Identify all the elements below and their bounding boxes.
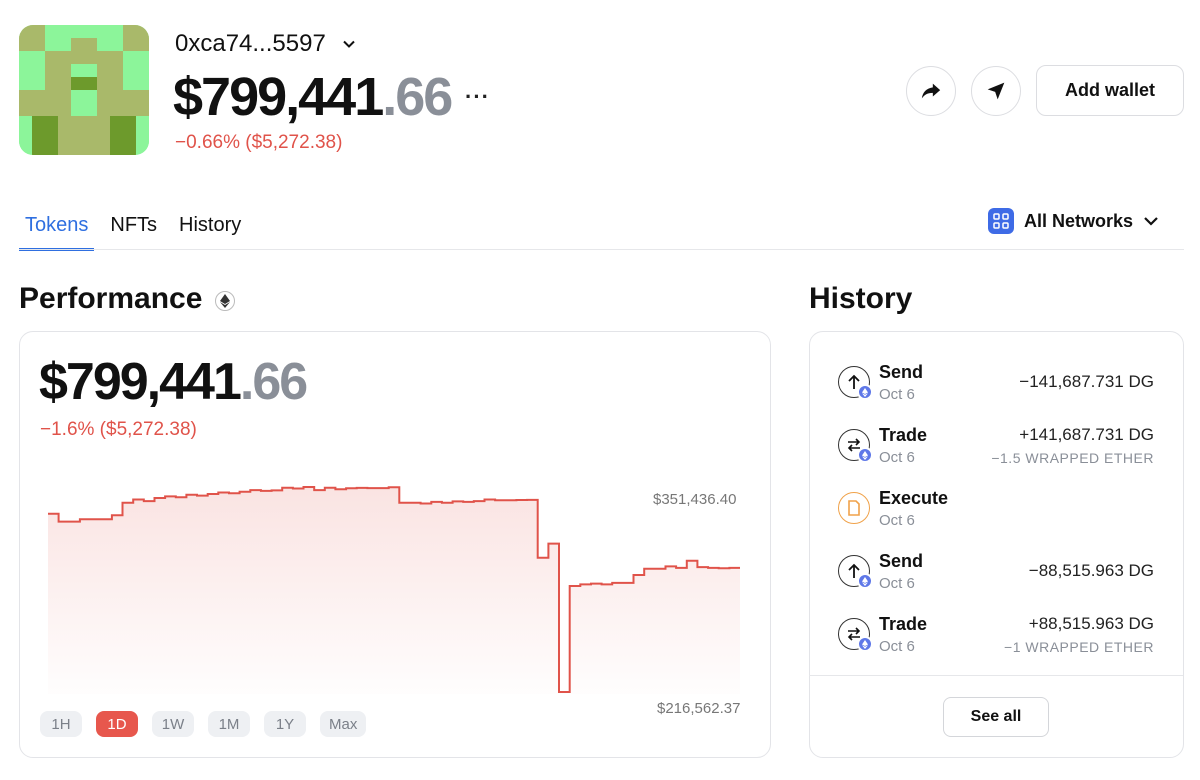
performance-title: Performance xyxy=(19,282,203,315)
range-1y[interactable]: 1Y xyxy=(264,711,306,737)
ethereum-icon xyxy=(857,384,873,400)
history-amount: +141,687.731 DG xyxy=(1019,425,1154,444)
range-1w[interactable]: 1W xyxy=(152,711,194,737)
history-title: History xyxy=(809,282,913,315)
see-all-button[interactable]: See all xyxy=(943,697,1049,737)
history-list: Send Oct 6 −141,687.731 DG Trade Oct 6 +… xyxy=(838,362,1154,677)
ethereum-icon xyxy=(857,636,873,652)
main-tabs: Tokens NFTs History xyxy=(19,204,257,251)
time-range-selector: 1H 1D 1W 1M 1Y Max xyxy=(40,711,367,737)
tab-tokens[interactable]: Tokens xyxy=(19,204,95,251)
document-icon xyxy=(838,492,870,524)
performance-balance: $799,441.66 xyxy=(39,352,308,412)
history-date: Oct 6 xyxy=(879,386,915,403)
history-item[interactable]: Trade Oct 6 +88,515.963 DG −1 WRAPPED ET… xyxy=(838,614,1154,677)
range-max[interactable]: Max xyxy=(320,711,367,737)
history-item[interactable]: Execute Oct 6 xyxy=(838,488,1154,551)
network-label: All Networks xyxy=(1024,210,1134,231)
history-date: Oct 6 xyxy=(879,638,915,655)
balance-main: $799,441 xyxy=(173,67,384,127)
more-options-button[interactable]: ··· xyxy=(465,84,490,110)
range-1h[interactable]: 1H xyxy=(40,711,82,737)
range-1d[interactable]: 1D xyxy=(96,711,138,737)
history-date: Oct 6 xyxy=(879,575,915,592)
tabs-divider xyxy=(19,249,1184,250)
performance-balance-main: $799,441 xyxy=(39,353,242,411)
history-amount: +88,515.963 DG xyxy=(1028,614,1154,633)
tab-history[interactable]: History xyxy=(173,204,247,251)
history-item[interactable]: Send Oct 6 −88,515.963 DG xyxy=(838,551,1154,614)
total-balance: $799,441.66 xyxy=(173,66,453,128)
history-type: Trade xyxy=(879,425,928,445)
performance-chart[interactable] xyxy=(40,480,745,695)
history-type: Execute xyxy=(879,488,949,508)
range-1m[interactable]: 1M xyxy=(208,711,250,737)
history-date: Oct 6 xyxy=(879,512,915,529)
chart-area-fill xyxy=(48,487,740,694)
history-item[interactable]: Trade Oct 6 +141,687.731 DG −1.5 WRAPPED… xyxy=(838,425,1154,488)
balance-change: −0.66% ($5,272.38) xyxy=(175,132,343,153)
history-amount: −88,515.963 DG xyxy=(1028,561,1154,580)
ethereum-icon xyxy=(857,447,873,463)
wallet-selector[interactable]: 0xca74...5597 xyxy=(175,30,356,58)
add-wallet-button[interactable]: Add wallet xyxy=(1036,65,1184,116)
history-date: Oct 6 xyxy=(879,449,915,466)
ethereum-icon xyxy=(857,573,873,589)
chevron-down-icon xyxy=(1144,217,1158,226)
share-button[interactable] xyxy=(906,66,956,116)
chart-max-label: $351,436.40 xyxy=(653,491,737,508)
balance-cents: .66 xyxy=(382,67,453,127)
send-button[interactable] xyxy=(971,66,1021,116)
history-type: Send xyxy=(879,551,924,571)
performance-change: −1.6% ($5,272.38) xyxy=(40,419,197,440)
history-sub-amount: −1.5 WRAPPED ETHER xyxy=(991,450,1154,466)
chevron-down-icon xyxy=(343,40,355,48)
network-grid-icon xyxy=(988,208,1014,234)
share-arrow-icon xyxy=(921,83,941,99)
history-type: Trade xyxy=(879,614,928,634)
history-amount: −141,687.731 DG xyxy=(1019,372,1154,391)
ethereum-icon[interactable] xyxy=(215,291,235,311)
history-sub-amount: −1 WRAPPED ETHER xyxy=(1004,639,1154,655)
history-divider xyxy=(809,675,1183,676)
paper-plane-icon xyxy=(987,82,1005,100)
history-type: Send xyxy=(879,362,924,382)
performance-balance-cents: .66 xyxy=(239,353,308,411)
chart-min-label: $216,562.37 xyxy=(657,700,741,717)
network-selector[interactable]: All Networks xyxy=(988,208,1159,234)
wallet-avatar xyxy=(19,25,149,155)
history-item[interactable]: Send Oct 6 −141,687.731 DG xyxy=(838,362,1154,425)
wallet-address: 0xca74...5597 xyxy=(175,30,326,57)
tab-nfts[interactable]: NFTs xyxy=(104,204,163,251)
